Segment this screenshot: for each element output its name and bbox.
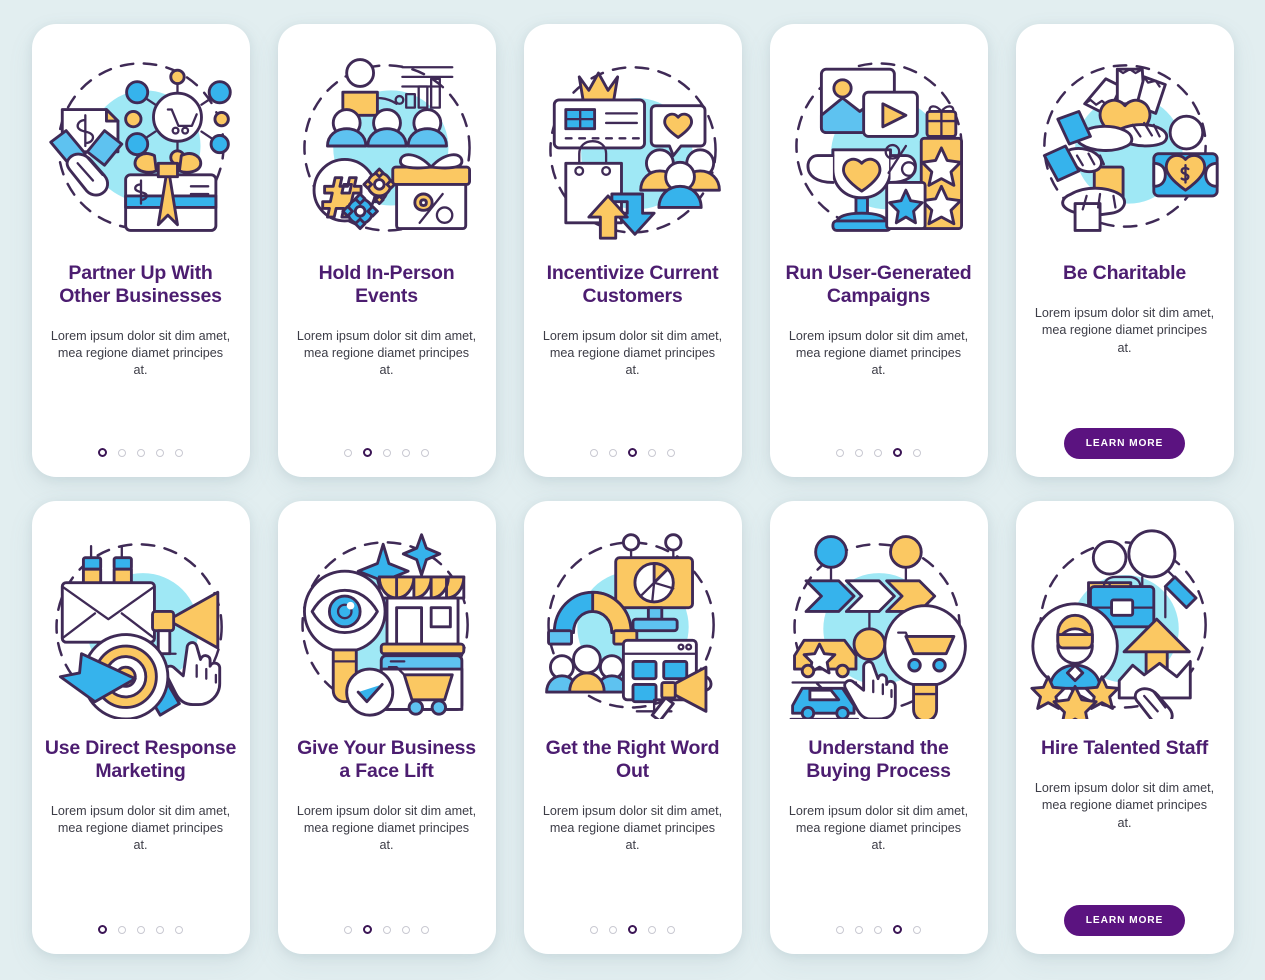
pagination-dots[interactable] <box>590 448 675 457</box>
pagination-dot[interactable] <box>667 925 675 934</box>
pagination-dot[interactable] <box>383 925 391 934</box>
pagination-dot[interactable] <box>609 925 617 934</box>
pagination-dot[interactable] <box>874 448 882 457</box>
storefront-eye-magnifier-ecommerce-icon <box>287 523 487 723</box>
card-title: Get the Right Word Out <box>545 737 720 782</box>
onboarding-card-give-your-business-a-face-lift[interactable]: Give Your Business a Face Lift Lorem ips… <box>277 501 496 954</box>
pagination-dots[interactable] <box>344 448 429 457</box>
onboarding-card-hold-in-person-events[interactable]: Hold In-Person Events Lorem ipsum dolor … <box>277 24 496 477</box>
card-description: Lorem ipsum dolor sit dim amet, mea regi… <box>1034 780 1215 830</box>
card-description: Lorem ipsum dolor sit dim amet, mea regi… <box>50 328 231 378</box>
billboard-audience-megaphone-browser-icon <box>533 523 733 723</box>
learn-more-button[interactable]: LEARN MORE <box>1063 905 1186 936</box>
pagination-dot[interactable] <box>874 925 882 934</box>
buying-funnel-car-cart-hand-icon <box>779 523 979 723</box>
pagination-dot[interactable] <box>363 448 372 457</box>
pagination-dot[interactable] <box>421 448 429 457</box>
pagination-dot[interactable] <box>118 925 126 934</box>
pagination-dots[interactable] <box>98 925 183 934</box>
pagination-dot[interactable] <box>344 925 352 934</box>
learn-more-button[interactable]: LEARN MORE <box>1063 428 1186 459</box>
handshake-shopping-network-giftcard-icon <box>41 46 241 246</box>
presentation-audience-hashtag-gift-icon <box>287 46 487 246</box>
pagination-dot[interactable] <box>156 925 164 934</box>
card-description: Lorem ipsum dolor sit dim amet, mea regi… <box>542 328 723 378</box>
card-title: Run User-Generated Campaigns <box>785 262 972 307</box>
pagination-dot[interactable] <box>363 925 372 934</box>
pagination-dots[interactable] <box>590 925 675 934</box>
onboarding-card-use-direct-response-marketing[interactable]: Use Direct Response Marketing Lorem ipsu… <box>31 501 250 954</box>
pagination-dot[interactable] <box>118 448 126 457</box>
pagination-dot[interactable] <box>893 925 902 934</box>
pagination-dot[interactable] <box>383 448 391 457</box>
pagination-dot[interactable] <box>913 925 921 934</box>
card-description: Lorem ipsum dolor sit dim amet, mea regi… <box>1034 305 1215 355</box>
pagination-dot[interactable] <box>137 925 145 934</box>
card-title: Hire Talented Staff <box>1040 737 1209 759</box>
pagination-dot[interactable] <box>855 925 863 934</box>
pagination-dot[interactable] <box>590 925 598 934</box>
pagination-dot[interactable] <box>344 448 352 457</box>
pagination-dot[interactable] <box>855 448 863 457</box>
email-magnet-megaphone-target-icon <box>41 523 241 723</box>
card-description: Lorem ipsum dolor sit dim amet, mea regi… <box>50 803 231 853</box>
card-description: Lorem ipsum dolor sit dim amet, mea regi… <box>296 803 477 853</box>
card-description: Lorem ipsum dolor sit dim amet, mea regi… <box>296 328 477 378</box>
onboarding-card-get-the-right-word-out[interactable]: Get the Right Word Out Lorem ipsum dolor… <box>523 501 742 954</box>
card-title: Understand the Buying Process <box>806 737 951 782</box>
trophy-video-stars-rewards-icon <box>779 46 979 246</box>
onboarding-card-partner-up-with-other-businesses[interactable]: Partner Up With Other Businesses Lorem i… <box>31 24 250 477</box>
card-title: Incentivize Current Customers <box>546 262 719 307</box>
pagination-dot[interactable] <box>402 925 410 934</box>
donation-hands-heart-money-icon <box>1025 46 1225 246</box>
pagination-dot[interactable] <box>628 925 637 934</box>
loyalty-card-crown-shopping-bag-customers-icon <box>533 46 733 246</box>
onboarding-card-understand-the-buying-process[interactable]: Understand the Buying Process Lorem ipsu… <box>769 501 988 954</box>
onboarding-card-incentivize-current-customers[interactable]: Incentivize Current Customers Lorem ipsu… <box>523 24 742 477</box>
card-title: Partner Up With Other Businesses <box>59 262 222 307</box>
pagination-dot[interactable] <box>648 448 656 457</box>
card-description: Lorem ipsum dolor sit dim amet, mea regi… <box>788 803 969 853</box>
pagination-dot[interactable] <box>836 925 844 934</box>
onboarding-card-be-charitable[interactable]: Be Charitable Lorem ipsum dolor sit dim … <box>1015 24 1234 477</box>
pagination-dot[interactable] <box>175 925 183 934</box>
pagination-dot[interactable] <box>421 925 429 934</box>
pagination-dot[interactable] <box>98 925 107 934</box>
pagination-dot[interactable] <box>402 448 410 457</box>
card-title: Give Your Business a Face Lift <box>297 737 476 782</box>
pagination-dot[interactable] <box>175 448 183 457</box>
pagination-dot[interactable] <box>137 448 145 457</box>
pagination-dot[interactable] <box>893 448 902 457</box>
onboarding-card-run-user-generated-campaigns[interactable]: Run User-Generated Campaigns Lorem ipsum… <box>769 24 988 477</box>
pagination-dots[interactable] <box>98 448 183 457</box>
pagination-dots[interactable] <box>836 925 921 934</box>
pagination-dot[interactable] <box>648 925 656 934</box>
pagination-dot[interactable] <box>590 448 598 457</box>
recruiter-magnifier-stars-handshake-icon <box>1025 523 1225 723</box>
card-title: Hold In-Person Events <box>318 262 455 307</box>
onboarding-card-hire-talented-staff[interactable]: Hire Talented Staff Lorem ipsum dolor si… <box>1015 501 1234 954</box>
pagination-dot[interactable] <box>628 448 637 457</box>
card-description: Lorem ipsum dolor sit dim amet, mea regi… <box>542 803 723 853</box>
pagination-dot[interactable] <box>836 448 844 457</box>
card-title: Use Direct Response Marketing <box>44 737 237 782</box>
pagination-dots[interactable] <box>836 448 921 457</box>
onboarding-screens-board: Partner Up With Other Businesses Lorem i… <box>0 0 1265 980</box>
pagination-dots[interactable] <box>344 925 429 934</box>
pagination-dot[interactable] <box>98 448 107 457</box>
card-title: Be Charitable <box>1062 262 1187 284</box>
pagination-dot[interactable] <box>667 448 675 457</box>
pagination-dot[interactable] <box>156 448 164 457</box>
card-description: Lorem ipsum dolor sit dim amet, mea regi… <box>788 328 969 378</box>
pagination-dot[interactable] <box>609 448 617 457</box>
pagination-dot[interactable] <box>913 448 921 457</box>
